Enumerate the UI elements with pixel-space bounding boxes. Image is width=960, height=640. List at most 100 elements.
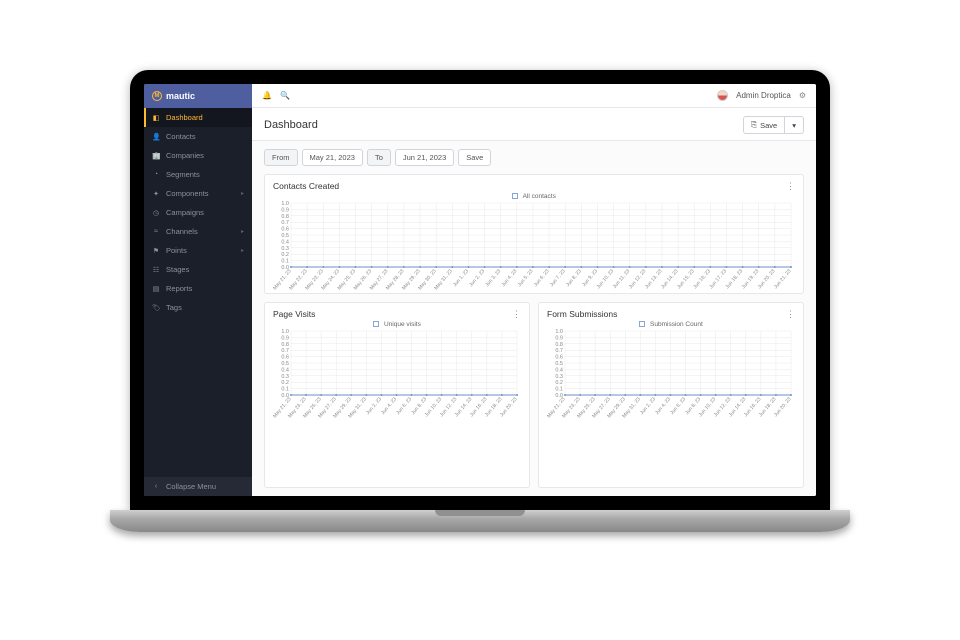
brand-logo-icon: M	[152, 91, 162, 101]
svg-text:Jun 5, 23: Jun 5, 23	[517, 268, 535, 288]
contacts-icon: 👤	[152, 133, 160, 141]
svg-text:0.4: 0.4	[281, 367, 289, 373]
sidebar-item-label: Segments	[166, 170, 200, 179]
sidebar-item-reports[interactable]: ▤Reports	[144, 279, 252, 298]
svg-text:0.1: 0.1	[281, 259, 289, 265]
channels-icon: ≈	[152, 228, 160, 235]
svg-text:0.8: 0.8	[281, 214, 289, 220]
sidebar-item-points[interactable]: ⚑Points▸	[144, 241, 252, 260]
chart-form-submissions: 0.00.10.20.30.40.50.60.70.80.91.0May 21,…	[547, 329, 795, 419]
svg-text:0.3: 0.3	[281, 374, 289, 380]
tags-icon: 🏷	[152, 304, 160, 312]
save-button-group: ⎘ Save ▾	[743, 116, 804, 134]
chart-legend: All contacts	[273, 193, 795, 200]
save-button[interactable]: ⎘ Save	[743, 116, 785, 134]
main-area: 🔔 🔍 Admin Droptica ⚙ Dashboard ⎘ Save	[252, 84, 816, 496]
card-form-submissions: Form Submissions ⋮ Submission Count 0.00…	[538, 302, 804, 488]
sidebar: M mautic ◧Dashboard 👤 Contacts 🏢Companies ◔ S…	[144, 84, 252, 496]
card-menu-icon[interactable]: ⋮	[786, 181, 795, 192]
svg-text:0.8: 0.8	[555, 342, 563, 348]
svg-text:Jun 2, 23: Jun 2, 23	[468, 268, 486, 288]
svg-text:0.7: 0.7	[555, 348, 563, 354]
date-to-input[interactable]: Jun 21, 2023	[395, 149, 454, 166]
svg-text:Jun 4, 23: Jun 4, 23	[501, 268, 519, 288]
date-from-input[interactable]: May 21, 2023	[302, 149, 363, 166]
card-menu-icon[interactable]: ⋮	[786, 309, 795, 320]
topbar: 🔔 🔍 Admin Droptica ⚙	[252, 84, 816, 108]
svg-text:0.7: 0.7	[281, 348, 289, 354]
svg-text:0.7: 0.7	[281, 220, 289, 226]
notch	[455, 70, 505, 80]
avatar[interactable]	[717, 90, 728, 101]
sidebar-item-tags[interactable]: 🏷Tags	[144, 298, 252, 317]
svg-text:0.9: 0.9	[555, 335, 563, 341]
legend-swatch-icon	[512, 193, 518, 199]
svg-text:0.5: 0.5	[281, 361, 289, 367]
app-shell: M mautic ◧Dashboard 👤 Contacts 🏢Companies ◔ S…	[144, 84, 816, 496]
brand-name: mautic	[166, 91, 195, 101]
sidebar-item-channels[interactable]: ≈ Channels ▸	[144, 222, 252, 241]
date-from-label: From	[264, 149, 298, 166]
card-menu-icon[interactable]: ⋮	[512, 309, 521, 320]
svg-text:0.5: 0.5	[281, 233, 289, 239]
page-title: Dashboard	[264, 119, 318, 131]
svg-text:0.3: 0.3	[555, 374, 563, 380]
chart-legend: Unique visits	[273, 321, 521, 328]
sidebar-item-companies[interactable]: 🏢Companies	[144, 146, 252, 165]
svg-text:Jun 3, 23: Jun 3, 23	[484, 268, 502, 288]
segments-icon: ◔	[152, 171, 160, 178]
laptop-base	[110, 510, 850, 532]
svg-text:0.2: 0.2	[281, 380, 289, 386]
points-icon: ⚑	[152, 247, 160, 255]
search-icon[interactable]: 🔍	[280, 91, 290, 100]
svg-text:0.9: 0.9	[281, 207, 289, 213]
sidebar-item-contacts[interactable]: 👤 Contacts	[144, 127, 252, 146]
svg-text:1.0: 1.0	[281, 201, 289, 207]
card-contacts-created: Contacts Created ⋮ All contacts 0.00.10.…	[264, 174, 804, 294]
gear-icon[interactable]: ⚙	[799, 91, 806, 100]
svg-text:0.6: 0.6	[555, 355, 563, 361]
sidebar-item-label: Companies	[166, 151, 204, 160]
laptop-mockup: M mautic ◧Dashboard 👤 Contacts 🏢Companies ◔ S…	[110, 70, 850, 570]
components-icon: ✦	[152, 190, 160, 198]
svg-text:Jun 21, 23: Jun 21, 23	[773, 268, 793, 290]
user-name[interactable]: Admin Droptica	[736, 91, 791, 100]
svg-text:Jun 8, 23: Jun 8, 23	[565, 268, 583, 288]
reports-icon: ▤	[152, 285, 160, 293]
page-header: Dashboard ⎘ Save ▾	[252, 108, 816, 141]
sidebar-item-label: Campaigns	[166, 208, 204, 217]
sidebar-item-dashboard[interactable]: ◧Dashboard	[144, 108, 252, 127]
svg-text:0.9: 0.9	[281, 335, 289, 341]
legend-label: Submission Count	[650, 321, 703, 328]
chart-legend: Submission Count	[547, 321, 795, 328]
brand-bar[interactable]: M mautic	[144, 84, 252, 108]
laptop-screen: M mautic ◧Dashboard 👤 Contacts 🏢Companies ◔ S…	[130, 70, 830, 510]
dashboard-body: From May 21, 2023 To Jun 21, 2023 Save C…	[252, 141, 816, 496]
sidebar-item-stages[interactable]: ☷Stages	[144, 260, 252, 279]
save-dropdown-button[interactable]: ▾	[785, 116, 804, 134]
svg-text:0.6: 0.6	[281, 355, 289, 361]
legend-swatch-icon	[639, 321, 645, 327]
sidebar-item-segments[interactable]: ◔ Segments	[144, 165, 252, 184]
sidebar-item-components[interactable]: ✦Components▸	[144, 184, 252, 203]
collapse-menu-button[interactable]: ‹ Collapse Menu	[144, 477, 252, 496]
notifications-icon[interactable]: 🔔	[262, 91, 272, 100]
sidebar-item-label: Stages	[166, 265, 189, 274]
svg-text:Jun 7, 23: Jun 7, 23	[549, 268, 567, 288]
svg-text:0.8: 0.8	[281, 342, 289, 348]
chevron-left-icon: ‹	[152, 483, 160, 490]
chevron-right-icon: ▸	[241, 228, 244, 235]
chart-page-visits: 0.00.10.20.30.40.50.60.70.80.91.0May 21,…	[273, 329, 521, 419]
svg-text:0.3: 0.3	[281, 246, 289, 252]
chevron-right-icon: ▸	[241, 247, 244, 254]
sidebar-item-campaigns[interactable]: ◷Campaigns	[144, 203, 252, 222]
sidebar-item-label: Dashboard	[166, 113, 203, 122]
date-to-label: To	[367, 149, 391, 166]
svg-text:0.4: 0.4	[555, 367, 563, 373]
sidebar-item-label: Contacts	[166, 132, 196, 141]
chart-contacts-created: 0.00.10.20.30.40.50.60.70.80.91.0May 21,…	[273, 201, 795, 291]
date-filter-save-button[interactable]: Save	[458, 149, 491, 166]
sidebar-item-label: Channels	[166, 227, 198, 236]
save-button-label: Save	[760, 121, 777, 130]
card-page-visits: Page Visits ⋮ Unique visits 0.00.10.20.3…	[264, 302, 530, 488]
